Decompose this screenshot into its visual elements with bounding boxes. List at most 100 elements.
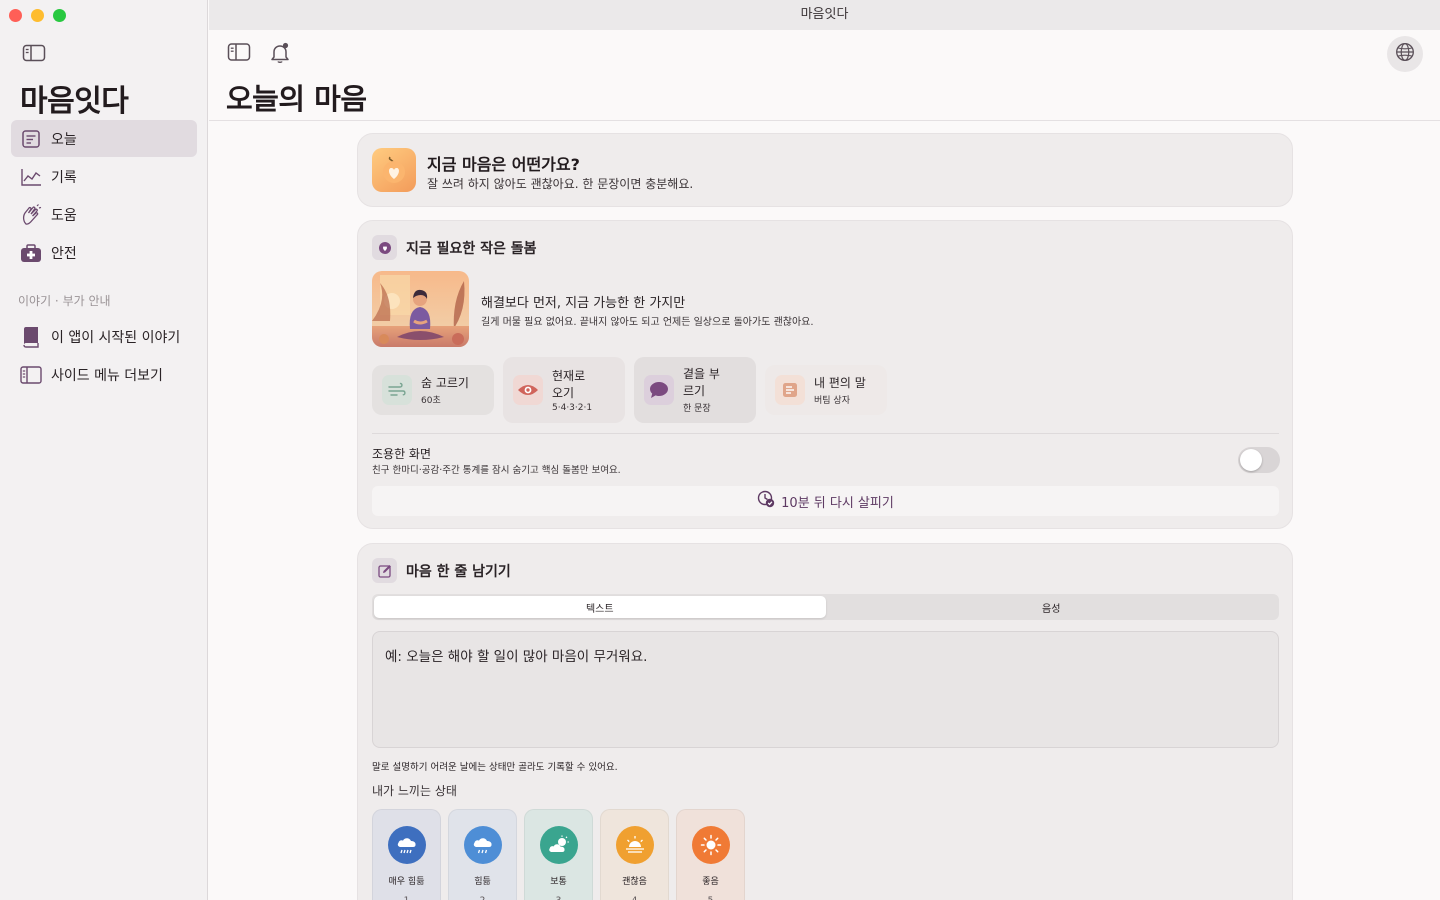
language-button[interactable] [1387, 36, 1423, 72]
journal-card: 마음 한 줄 남기기 텍스트 음성 말로 설명하기 어려운 날에는 상태만 골라… [357, 543, 1293, 900]
mood-option-good[interactable]: 좋음 5 [676, 809, 745, 900]
mood-label: 힘듦 [474, 877, 491, 887]
checkin-card[interactable]: 지금 마음은 어떤가요? 잘 쓰려 하지 않아도 괜찮아요. 한 문장이면 충분… [357, 133, 1293, 207]
sidebar-item-story[interactable]: 이 앱이 시작된 이야기 [11, 318, 201, 355]
tool-name: 곁을 부르기 [683, 367, 720, 398]
sidebar-item-label: 기록 [51, 169, 77, 186]
today-icon [20, 128, 42, 150]
globe-icon [1395, 42, 1415, 66]
tool-desc: 5·4·3·2·1 [552, 402, 593, 413]
journal-text-input[interactable] [372, 631, 1279, 748]
toolbar [227, 42, 291, 68]
tool-grounding-button[interactable]: 현재로 오기 5·4·3·2·1 [503, 357, 625, 423]
eye-icon [513, 375, 543, 405]
mood-value: 1 [404, 896, 410, 900]
mood-label: 보통 [550, 877, 567, 887]
mood-label: 좋음 [702, 877, 719, 887]
tool-desc: 한 문장 [683, 404, 711, 414]
sunrise-icon [615, 826, 654, 864]
sidebar-extra-nav: 이 앱이 시작된 이야기 사이드 메뉴 더보기 [11, 318, 201, 394]
mood-state-label: 내가 느끼는 상태 [372, 784, 457, 798]
first-aid-kit-icon [20, 242, 42, 264]
tool-text: 숨 고르기 60초 [421, 375, 469, 406]
mood-value: 2 [480, 896, 486, 900]
tool-kind-words-button[interactable]: 내 편의 말 버팀 상자 [765, 365, 887, 415]
window-title: 마음잇다 [800, 7, 849, 22]
header-divider [209, 120, 1440, 121]
journal-hint: 말로 설명하기 어려운 날에는 상태만 골라도 기록할 수 있어요. [372, 762, 618, 773]
notification-bell-icon[interactable] [269, 42, 291, 68]
mood-option-fine[interactable]: 괜찮음 4 [600, 809, 669, 900]
main-content: 마음잇다 오늘의 마음 지금 마음은 어떤가요? 잘 쓰려 하지 않아도 괜찮아… [209, 0, 1440, 900]
edit-square-icon [372, 558, 397, 583]
tool-name: 숨 고르기 [421, 375, 469, 390]
chart-line-icon [20, 166, 42, 188]
mood-selector: 매우 힘듦 1 힘듦 2 보통 3 [372, 809, 745, 900]
app-window: 마음잇다 오늘 기록 도움 안전 이야기 · 부가 안내 이 앱이 시작된 이야… [0, 0, 1440, 900]
mood-option-okay[interactable]: 보통 3 [524, 809, 593, 900]
sun-behind-cloud-icon [539, 826, 578, 864]
mood-label: 괜찮음 [622, 877, 647, 887]
quiet-mode-description: 친구 한마디·공감·주간 통계를 잠시 숨기고 핵심 돌봄만 보여요. [372, 465, 621, 476]
care-heart-icon [372, 235, 397, 260]
care-divider [372, 433, 1279, 434]
sidebar-toggle-icon[interactable] [22, 44, 46, 62]
sidebar-item-records[interactable]: 기록 [11, 158, 197, 195]
wind-icon [382, 375, 412, 405]
mood-option-very-hard[interactable]: 매우 힘듦 1 [372, 809, 441, 900]
input-mode-segmented-control: 텍스트 음성 [372, 594, 1279, 620]
sidebar-item-label: 사이드 메뉴 더보기 [51, 367, 163, 384]
clock-check-icon [757, 490, 775, 512]
heart-peach-icon [372, 148, 416, 192]
minimize-window-button[interactable] [31, 9, 44, 22]
tab-voice[interactable]: 음성 [826, 596, 1278, 618]
speech-bubble-icon [644, 375, 674, 405]
care-section-header: 지금 필요한 작은 돌봄 [372, 235, 537, 260]
tool-name: 내 편의 말 [814, 375, 866, 390]
journal-section-header: 마음 한 줄 남기기 [372, 558, 511, 583]
check-again-later-label: 10분 뒤 다시 살피기 [781, 495, 894, 511]
note-icon [775, 375, 805, 405]
sidebar-item-label: 오늘 [51, 131, 77, 148]
check-again-later-button[interactable]: 10분 뒤 다시 살피기 [372, 486, 1279, 516]
close-window-button[interactable] [9, 9, 22, 22]
title-bar: 마음잇다 [209, 0, 1440, 30]
sidebar-item-label: 도움 [51, 207, 77, 224]
sidebar-icon [20, 364, 42, 386]
sidebar-item-more[interactable]: 사이드 메뉴 더보기 [11, 356, 201, 393]
tool-desc: 60초 [421, 395, 441, 406]
sidebar-app-title: 마음잇다 [20, 84, 129, 119]
sidebar-toggle-icon[interactable] [227, 42, 251, 68]
tool-text: 현재로 오기 5·4·3·2·1 [552, 368, 592, 413]
mood-value: 5 [708, 896, 714, 900]
sidebar: 마음잇다 오늘 기록 도움 안전 이야기 · 부가 안내 이 앱이 시작된 이야… [0, 0, 208, 900]
care-section-title: 지금 필요한 작은 돌봄 [406, 240, 537, 257]
tool-reach-out-button[interactable]: 곁을 부르기 한 문장 [634, 357, 756, 423]
heavy-rain-cloud-icon [387, 826, 426, 864]
book-icon [20, 326, 42, 348]
clapping-hands-icon [20, 203, 42, 226]
tab-text[interactable]: 텍스트 [374, 596, 826, 618]
meditation-illustration [372, 271, 469, 347]
window-controls [9, 9, 66, 22]
mood-option-hard[interactable]: 힘듦 2 [448, 809, 517, 900]
care-headline: 해결보다 먼저, 지금 가능한 한 가지만 [481, 296, 686, 311]
mood-value: 4 [632, 896, 638, 900]
page-title: 오늘의 마음 [226, 82, 367, 116]
sidebar-item-today[interactable]: 오늘 [11, 120, 197, 157]
sidebar-item-label: 이 앱이 시작된 이야기 [51, 329, 181, 346]
rain-cloud-icon [463, 826, 502, 864]
tool-breathing-button[interactable]: 숨 고르기 60초 [372, 365, 494, 415]
sidebar-section-label: 이야기 · 부가 안내 [18, 294, 111, 308]
sidebar-item-safety[interactable]: 안전 [11, 234, 197, 271]
journal-section-title: 마음 한 줄 남기기 [406, 563, 511, 580]
sun-icon [691, 826, 730, 864]
zoom-window-button[interactable] [53, 9, 66, 22]
sidebar-item-help[interactable]: 도움 [11, 196, 197, 233]
care-card: 지금 필요한 작은 돌봄 해결보다 먼저, 지금 가능한 한 가지만 길게 머물… [357, 220, 1293, 529]
quiet-mode-toggle[interactable] [1238, 447, 1280, 473]
quiet-mode-title: 조용한 화면 [372, 447, 432, 461]
tool-name: 현재로 오기 [552, 368, 586, 400]
care-body: 길게 머물 필요 없어요. 끝내지 않아도 되고 언제든 일상으로 돌아가도 괜… [481, 317, 814, 328]
mood-value: 3 [556, 896, 562, 900]
